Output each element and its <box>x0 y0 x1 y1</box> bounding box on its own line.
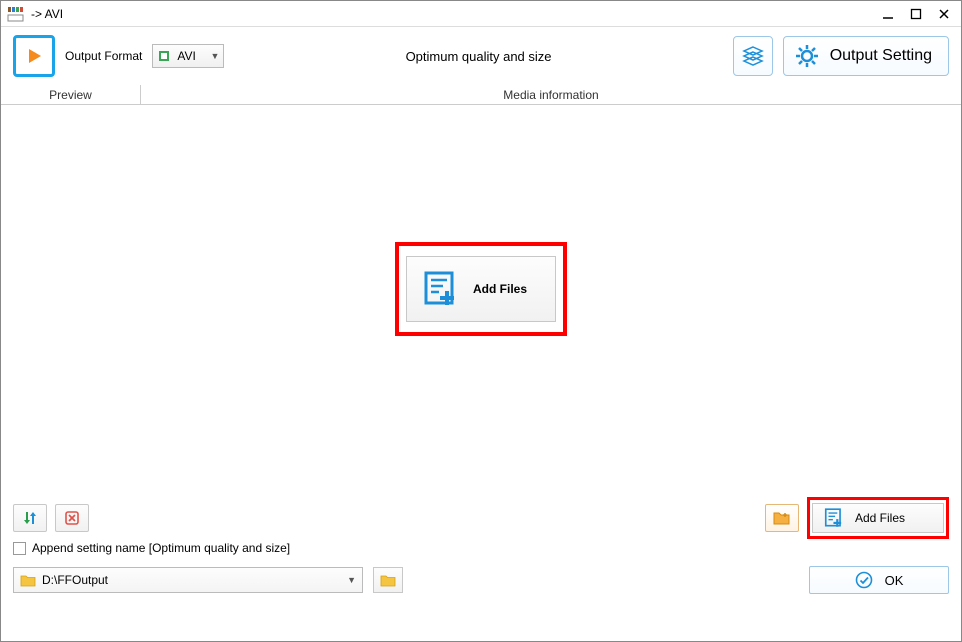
add-files-highlight: Add Files <box>395 242 567 336</box>
append-setting-label: Append setting name [Optimum quality and… <box>32 541 290 555</box>
preview-header: Preview <box>1 85 141 104</box>
append-setting-checkbox[interactable] <box>13 542 26 555</box>
folder-icon <box>380 574 396 587</box>
open-folder-button[interactable] <box>765 504 799 532</box>
window-title: -> AVI <box>31 7 877 21</box>
app-icon <box>7 5 25 23</box>
add-files-button-center[interactable]: Add Files <box>406 256 556 322</box>
add-files-bottom-label: Add Files <box>855 511 905 525</box>
ok-label: OK <box>885 573 904 588</box>
add-files-icon <box>823 507 845 529</box>
output-format-label: Output Format <box>65 49 142 63</box>
move-convert-button[interactable] <box>13 504 47 532</box>
media-info-header: Media information <box>141 85 961 104</box>
chevron-down-icon: ▼ <box>347 575 356 585</box>
bottom-toolbar-1: Add Files <box>1 501 961 535</box>
gear-icon <box>794 43 820 69</box>
add-files-button-bottom[interactable]: Add Files <box>812 503 944 533</box>
titlebar: -> AVI <box>1 1 961 27</box>
folder-open-icon <box>772 510 792 526</box>
output-path-select[interactable]: D:\FFOutput ▼ <box>13 567 363 593</box>
avi-icon <box>157 49 171 63</box>
remove-button[interactable] <box>55 504 89 532</box>
layers-button[interactable] <box>733 36 773 76</box>
close-button[interactable] <box>933 5 955 23</box>
layers-icon <box>742 45 764 67</box>
add-files-bottom-highlight: Add Files <box>807 497 949 539</box>
window-controls <box>877 5 955 23</box>
ok-button[interactable]: OK <box>809 566 949 594</box>
output-format-value: AVI <box>177 49 195 63</box>
add-files-center-label: Add Files <box>473 282 527 296</box>
quality-preset-label: Optimum quality and size <box>234 49 722 64</box>
remove-icon <box>63 509 81 527</box>
arrows-icon <box>21 509 39 527</box>
check-circle-icon <box>855 571 873 589</box>
minimize-button[interactable] <box>877 5 899 23</box>
maximize-button[interactable] <box>905 5 927 23</box>
toolbar: Output Format AVI ▼ Optimum quality and … <box>1 27 961 85</box>
bottom-toolbar-3: D:\FFOutput ▼ OK <box>1 561 961 599</box>
add-files-icon <box>421 269 461 309</box>
chevron-down-icon: ▼ <box>210 51 219 61</box>
output-setting-label: Output Setting <box>830 47 932 65</box>
output-setting-button[interactable]: Output Setting <box>783 36 949 76</box>
main-content-area: Add Files <box>1 105 961 501</box>
output-path-value: D:\FFOutput <box>42 573 108 587</box>
folder-icon <box>20 574 36 587</box>
output-format-select[interactable]: AVI ▼ <box>152 44 224 68</box>
app-logo-icon <box>13 35 55 77</box>
browse-folder-button[interactable] <box>373 567 403 593</box>
column-headers: Preview Media information <box>1 85 961 105</box>
